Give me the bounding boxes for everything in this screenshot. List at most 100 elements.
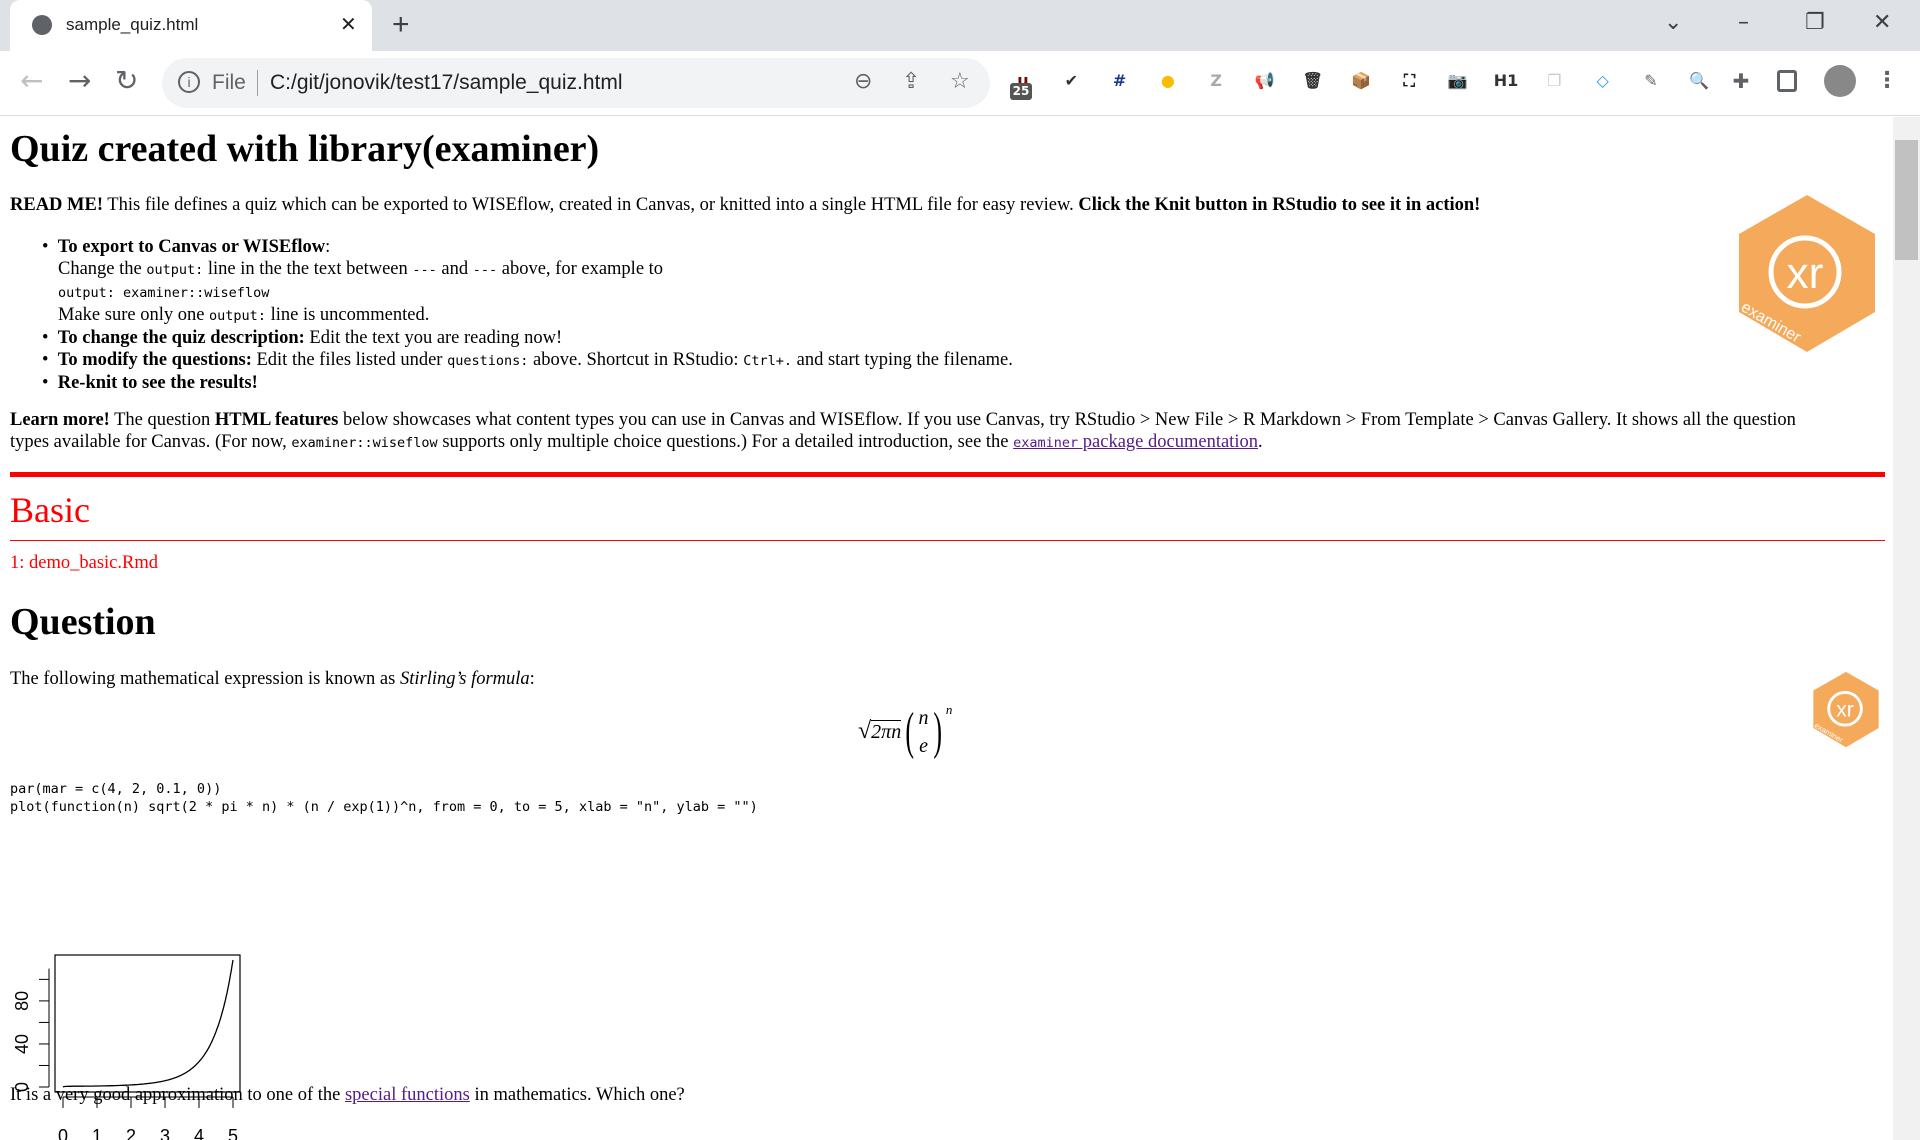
section-underline [10, 540, 1885, 541]
code: output: examiner::wiseflow [58, 285, 270, 301]
x-tick-label: 0 [58, 1126, 68, 1140]
restore-button[interactable]: ❐ [1805, 10, 1825, 35]
star-icon[interactable]: ☆ [950, 69, 970, 94]
menu-icon[interactable]: ⋮ [1874, 68, 1900, 94]
tab-sample-quiz[interactable]: sample_quiz.html ✕ [10, 0, 372, 51]
pages-icon[interactable]: ❐ [1541, 68, 1567, 94]
list-item-code: output: examiner::wiseflow [42, 281, 1013, 304]
url-text[interactable]: C:/git/jonovik/test17/sample_quiz.html [270, 71, 623, 95]
tab-search-chevron-icon[interactable]: ⌄ [1664, 10, 1682, 35]
text: Edit the text you are reading now! [304, 328, 563, 348]
text: above, for example to [497, 259, 664, 279]
bold: To modify the questions: [57, 350, 252, 370]
stirling-formula: √ 2πn ( ne ) n [858, 702, 952, 761]
code: questions: [447, 353, 529, 369]
profile-avatar[interactable] [1824, 65, 1856, 97]
zotero-icon[interactable]: Z [1203, 68, 1229, 94]
documentation-link[interactable]: examiner package documentation [1013, 432, 1258, 452]
address-bar[interactable]: i File C:/git/jonovik/test17/sample_quiz… [162, 58, 990, 108]
page-content: Quiz created with library(examiner) READ… [0, 117, 1893, 1140]
sqrt-symbol: √ [858, 718, 872, 744]
checkmark-icon[interactable]: ✔ [1058, 68, 1084, 94]
code: examiner::wiseflow [291, 435, 438, 451]
extension-badge: 25 [1010, 83, 1032, 100]
code: output: [146, 262, 204, 278]
text: and start typing the filename. [791, 350, 1013, 370]
text: above. Shortcut in RStudio: [528, 350, 744, 370]
tab-strip: sample_quiz.html ✕ + ⌄ – ❐ ✕ [0, 0, 1920, 51]
instructions-list: • To export to Canvas or WISEflow: Chang… [42, 236, 1013, 394]
question-followup: It is a very good approximation to one o… [10, 1085, 685, 1106]
text: below showcases what content types you c… [338, 410, 1796, 430]
bold: Learn more! [10, 410, 110, 430]
close-tab-icon[interactable]: ✕ [340, 12, 357, 37]
y-tick-label: 40 [12, 1034, 32, 1054]
close-window-button[interactable]: ✕ [1873, 10, 1891, 35]
camera-icon[interactable]: 📷 [1445, 68, 1471, 94]
bold: Re-knit to see the results! [57, 373, 258, 393]
h1-icon[interactable]: H1 [1493, 68, 1519, 94]
list-item-detail: Make sure only one output: line is uncom… [42, 304, 1013, 327]
code: --- [472, 262, 498, 278]
x-tick-label: 4 [194, 1126, 204, 1140]
readme-label: READ ME! [10, 195, 104, 215]
x-tick-label: 3 [160, 1126, 170, 1140]
diamond-icon[interactable]: ◇ [1590, 68, 1616, 94]
reload-icon[interactable]: ↻ [115, 64, 138, 97]
new-tab-button[interactable]: + [392, 8, 410, 42]
text: line is uncommented. [265, 305, 430, 325]
plot-frame [54, 954, 241, 1093]
minimize-button[interactable]: – [1738, 10, 1749, 35]
vertical-scrollbar[interactable] [1893, 117, 1920, 1140]
question-text: The following mathematical expression is… [10, 669, 535, 690]
screenshot-crop-icon[interactable]: ⛶ [1396, 68, 1422, 94]
readme-knit-text: Click the Knit button in RStudio to see … [1078, 195, 1481, 215]
code: --- [412, 262, 437, 278]
text: supports only multiple choice questions.… [437, 432, 1014, 452]
browser-toolbar: ← → ↻ i File C:/git/jonovik/test17/sampl… [0, 51, 1920, 116]
list-item: • To change the quiz description: Edit t… [42, 328, 563, 348]
list-item: • To export to Canvas or WISEflow: [42, 237, 331, 257]
keep-icon[interactable]: ● [1155, 68, 1181, 94]
export-heading: To export to Canvas or WISEflow [57, 237, 326, 257]
text: Change the [58, 259, 147, 279]
sqrt-argument: 2πn [871, 719, 902, 743]
tab-title: sample_quiz.html [66, 15, 199, 34]
code: output: [209, 308, 266, 324]
hash-icon[interactable]: # [1107, 68, 1133, 94]
megaphone-icon[interactable]: 📢 [1252, 68, 1278, 94]
text: The following mathematical expression is… [10, 669, 400, 689]
code-block: par(mar = c(4, 2, 0.1, 0)) plot(function… [10, 780, 758, 816]
left-paren: ( [905, 703, 915, 760]
colon: : [325, 237, 331, 257]
special-functions-link[interactable]: special functions [345, 1085, 470, 1105]
trash-icon[interactable]: 🗑 [1300, 68, 1326, 94]
denominator: e [919, 734, 928, 757]
info-icon[interactable]: i [178, 71, 200, 93]
list-item: • To modify the questions: Edit the file… [42, 350, 1013, 370]
divider [257, 70, 258, 96]
scrollbar-thumb[interactable] [1895, 140, 1918, 260]
extensions-icon[interactable]: ✚ [1728, 68, 1754, 94]
x-tick-label: 5 [228, 1126, 238, 1140]
scheme-label: File [212, 71, 246, 94]
list-item-detail: Change the output: line in the the text … [42, 258, 1013, 281]
list-item: • Re-knit to see the results! [42, 373, 258, 393]
text: : [529, 669, 535, 689]
back-icon[interactable]: ← [20, 64, 43, 97]
globe-icon [32, 15, 52, 35]
side-panel-icon[interactable] [1777, 70, 1797, 92]
share-icon[interactable]: ⇪ [902, 69, 920, 94]
question-file-label: 1: demo_basic.Rmd [10, 553, 158, 573]
zoom-out-icon[interactable]: ⊖ [854, 69, 872, 94]
box-icon[interactable]: 📦 [1348, 68, 1374, 94]
highlighter-icon[interactable]: ✎ [1638, 68, 1664, 94]
bold: To change the quiz description: [57, 328, 305, 348]
magnifier-icon[interactable]: 🔍 [1686, 68, 1712, 94]
section-divider [10, 472, 1885, 477]
text: Edit the files listed under [251, 350, 448, 370]
forward-icon[interactable]: → [68, 64, 91, 97]
link-code: examiner [1013, 435, 1079, 451]
question-heading: Question [10, 601, 156, 643]
numerator: n [918, 706, 929, 729]
